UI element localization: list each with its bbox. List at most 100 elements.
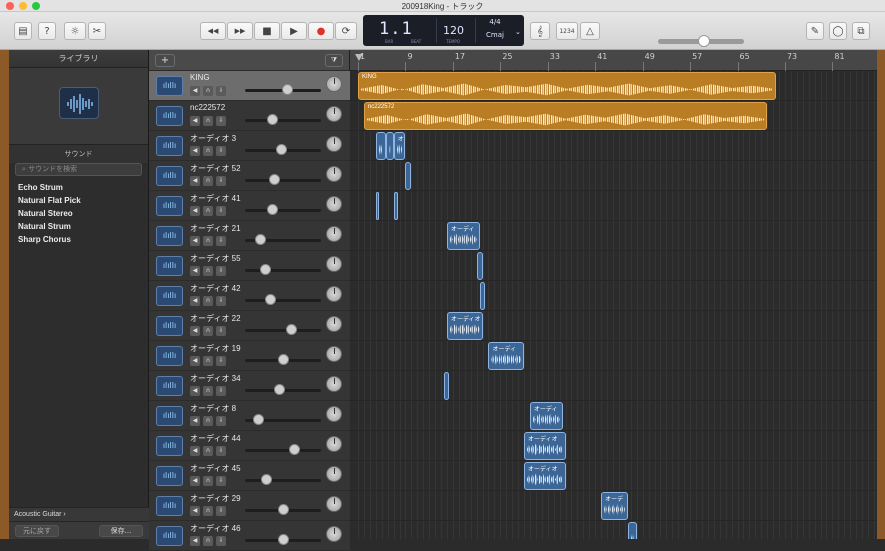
pan-knob[interactable]: [326, 196, 342, 212]
solo-headphones-button[interactable]: ∩: [203, 386, 213, 396]
solo-headphones-button[interactable]: ∩: [203, 296, 213, 306]
audio-region[interactable]: KING: [358, 72, 777, 100]
track-name[interactable]: オーディオ 42: [190, 283, 241, 294]
track-header[interactable]: ılıllı オーディオ 29 ◀ ∩ ⇩: [149, 491, 350, 521]
record-button[interactable]: ●: [308, 22, 334, 40]
pan-knob[interactable]: [326, 76, 342, 92]
pan-knob[interactable]: [326, 496, 342, 512]
track-header[interactable]: ılıllı オーディオ 52 ◀ ∩ ⇩: [149, 161, 350, 191]
save-patch-button[interactable]: 保存...: [99, 525, 143, 537]
master-volume-slider[interactable]: [658, 35, 744, 47]
track-header[interactable]: ılıllı オーディオ 3 ◀ ∩ ⇩: [149, 131, 350, 161]
pan-knob[interactable]: [326, 286, 342, 302]
track-name[interactable]: オーディオ 19: [190, 343, 241, 354]
play-button[interactable]: ▶: [281, 22, 307, 40]
solo-headphones-button[interactable]: ∩: [203, 176, 213, 186]
smart-controls-button[interactable]: ☼: [64, 22, 86, 40]
track-name[interactable]: オーディオ 34: [190, 373, 241, 384]
pan-knob[interactable]: [326, 136, 342, 152]
help-button[interactable]: ?: [38, 22, 56, 40]
mute-button[interactable]: ◀: [190, 236, 200, 246]
media-browser-button[interactable]: ⧉: [852, 22, 870, 40]
audio-region[interactable]: オーディ: [529, 402, 563, 430]
volume-knob[interactable]: [278, 354, 289, 365]
solo-headphones-button[interactable]: ∩: [203, 416, 213, 426]
volume-knob[interactable]: [266, 204, 278, 215]
pan-knob[interactable]: [326, 316, 342, 332]
track-name[interactable]: オーディオ 44: [190, 433, 241, 444]
track-name[interactable]: オーディオ 3: [190, 133, 236, 144]
track-name[interactable]: オーディオ 46: [190, 523, 241, 534]
solo-headphones-button[interactable]: ∩: [203, 446, 213, 456]
record-enable-button[interactable]: ⇩: [216, 296, 226, 306]
track-name[interactable]: オーディオ 41: [190, 193, 241, 204]
volume-slider[interactable]: [245, 114, 321, 125]
record-enable-button[interactable]: ⇩: [216, 146, 226, 156]
volume-slider[interactable]: [245, 234, 321, 245]
track-name[interactable]: オーディオ 55: [190, 253, 241, 264]
audio-region[interactable]: [405, 162, 412, 190]
master-volume-knob[interactable]: [698, 35, 710, 47]
mute-button[interactable]: ◀: [190, 146, 200, 156]
pan-knob[interactable]: [326, 226, 342, 242]
audio-region[interactable]: [627, 522, 637, 539]
volume-slider[interactable]: [245, 294, 321, 305]
mute-button[interactable]: ◀: [190, 416, 200, 426]
fast-forward-button[interactable]: ▶▶: [227, 22, 253, 40]
library-item[interactable]: Natural Flat Pick: [9, 194, 148, 207]
solo-headphones-button[interactable]: ∩: [203, 476, 213, 486]
record-enable-button[interactable]: ⇩: [216, 206, 226, 216]
volume-knob[interactable]: [266, 114, 278, 125]
volume-knob[interactable]: [276, 144, 288, 155]
library-item[interactable]: Echo Strum: [9, 181, 148, 194]
volume-slider[interactable]: [245, 174, 321, 185]
solo-headphones-button[interactable]: ∩: [203, 116, 213, 126]
volume-knob[interactable]: [281, 84, 293, 95]
track-name[interactable]: オーディオ 22: [190, 313, 241, 324]
solo-headphones-button[interactable]: ∩: [203, 326, 213, 336]
record-enable-button[interactable]: ⇩: [216, 236, 226, 246]
audio-region[interactable]: オーディオ: [446, 312, 483, 340]
mute-button[interactable]: ◀: [190, 446, 200, 456]
record-enable-button[interactable]: ⇩: [216, 176, 226, 186]
track-header[interactable]: ılıllı KING ◀ ∩ ⇩: [149, 71, 350, 101]
track-header[interactable]: ılıllı オーディオ 21 ◀ ∩ ⇩: [149, 221, 350, 251]
solo-headphones-button[interactable]: ∩: [203, 236, 213, 246]
audio-region[interactable]: [443, 372, 450, 400]
solo-headphones-button[interactable]: ∩: [203, 356, 213, 366]
track-header[interactable]: ılıllı オーディオ 44 ◀ ∩ ⇩: [149, 431, 350, 461]
track-header[interactable]: ılıllı オーディオ 19 ◀ ∩ ⇩: [149, 341, 350, 371]
solo-headphones-button[interactable]: ∩: [203, 86, 213, 96]
lcd-key[interactable]: Cmaj: [481, 31, 509, 39]
volume-slider[interactable]: [245, 474, 321, 485]
pan-knob[interactable]: [326, 436, 342, 452]
solo-headphones-button[interactable]: ∩: [203, 206, 213, 216]
track-name[interactable]: オーディオ 29: [190, 493, 241, 504]
audio-region[interactable]: [375, 132, 387, 160]
count-in-button[interactable]: 1234: [556, 22, 578, 40]
pan-knob[interactable]: [326, 346, 342, 362]
track-name[interactable]: オーディオ 52: [190, 163, 241, 174]
record-enable-button[interactable]: ⇩: [216, 326, 226, 336]
volume-slider[interactable]: [245, 84, 321, 95]
track-header[interactable]: ılıllı オーディオ 8 ◀ ∩ ⇩: [149, 401, 350, 431]
volume-slider[interactable]: [245, 444, 321, 455]
volume-knob[interactable]: [278, 534, 289, 545]
record-enable-button[interactable]: ⇩: [216, 386, 226, 396]
volume-slider[interactable]: [245, 384, 321, 395]
add-track-button[interactable]: +: [155, 54, 175, 67]
audio-region[interactable]: [393, 192, 398, 220]
filter-button[interactable]: ⧩: [325, 54, 343, 67]
volume-slider[interactable]: [245, 144, 321, 155]
volume-slider[interactable]: [245, 354, 321, 365]
revert-button[interactable]: 元に戻す: [15, 525, 59, 537]
library-button[interactable]: ▤: [14, 22, 32, 40]
pan-knob[interactable]: [326, 466, 342, 482]
audio-region[interactable]: オーデ: [601, 492, 628, 520]
track-header[interactable]: ılıllı オーディオ 34 ◀ ∩ ⇩: [149, 371, 350, 401]
audio-region[interactable]: nc222572: [363, 102, 768, 130]
mute-button[interactable]: ◀: [190, 266, 200, 276]
volume-slider[interactable]: [245, 414, 321, 425]
tuner-button[interactable]: 𝄞: [530, 22, 550, 40]
mute-button[interactable]: ◀: [190, 86, 200, 96]
